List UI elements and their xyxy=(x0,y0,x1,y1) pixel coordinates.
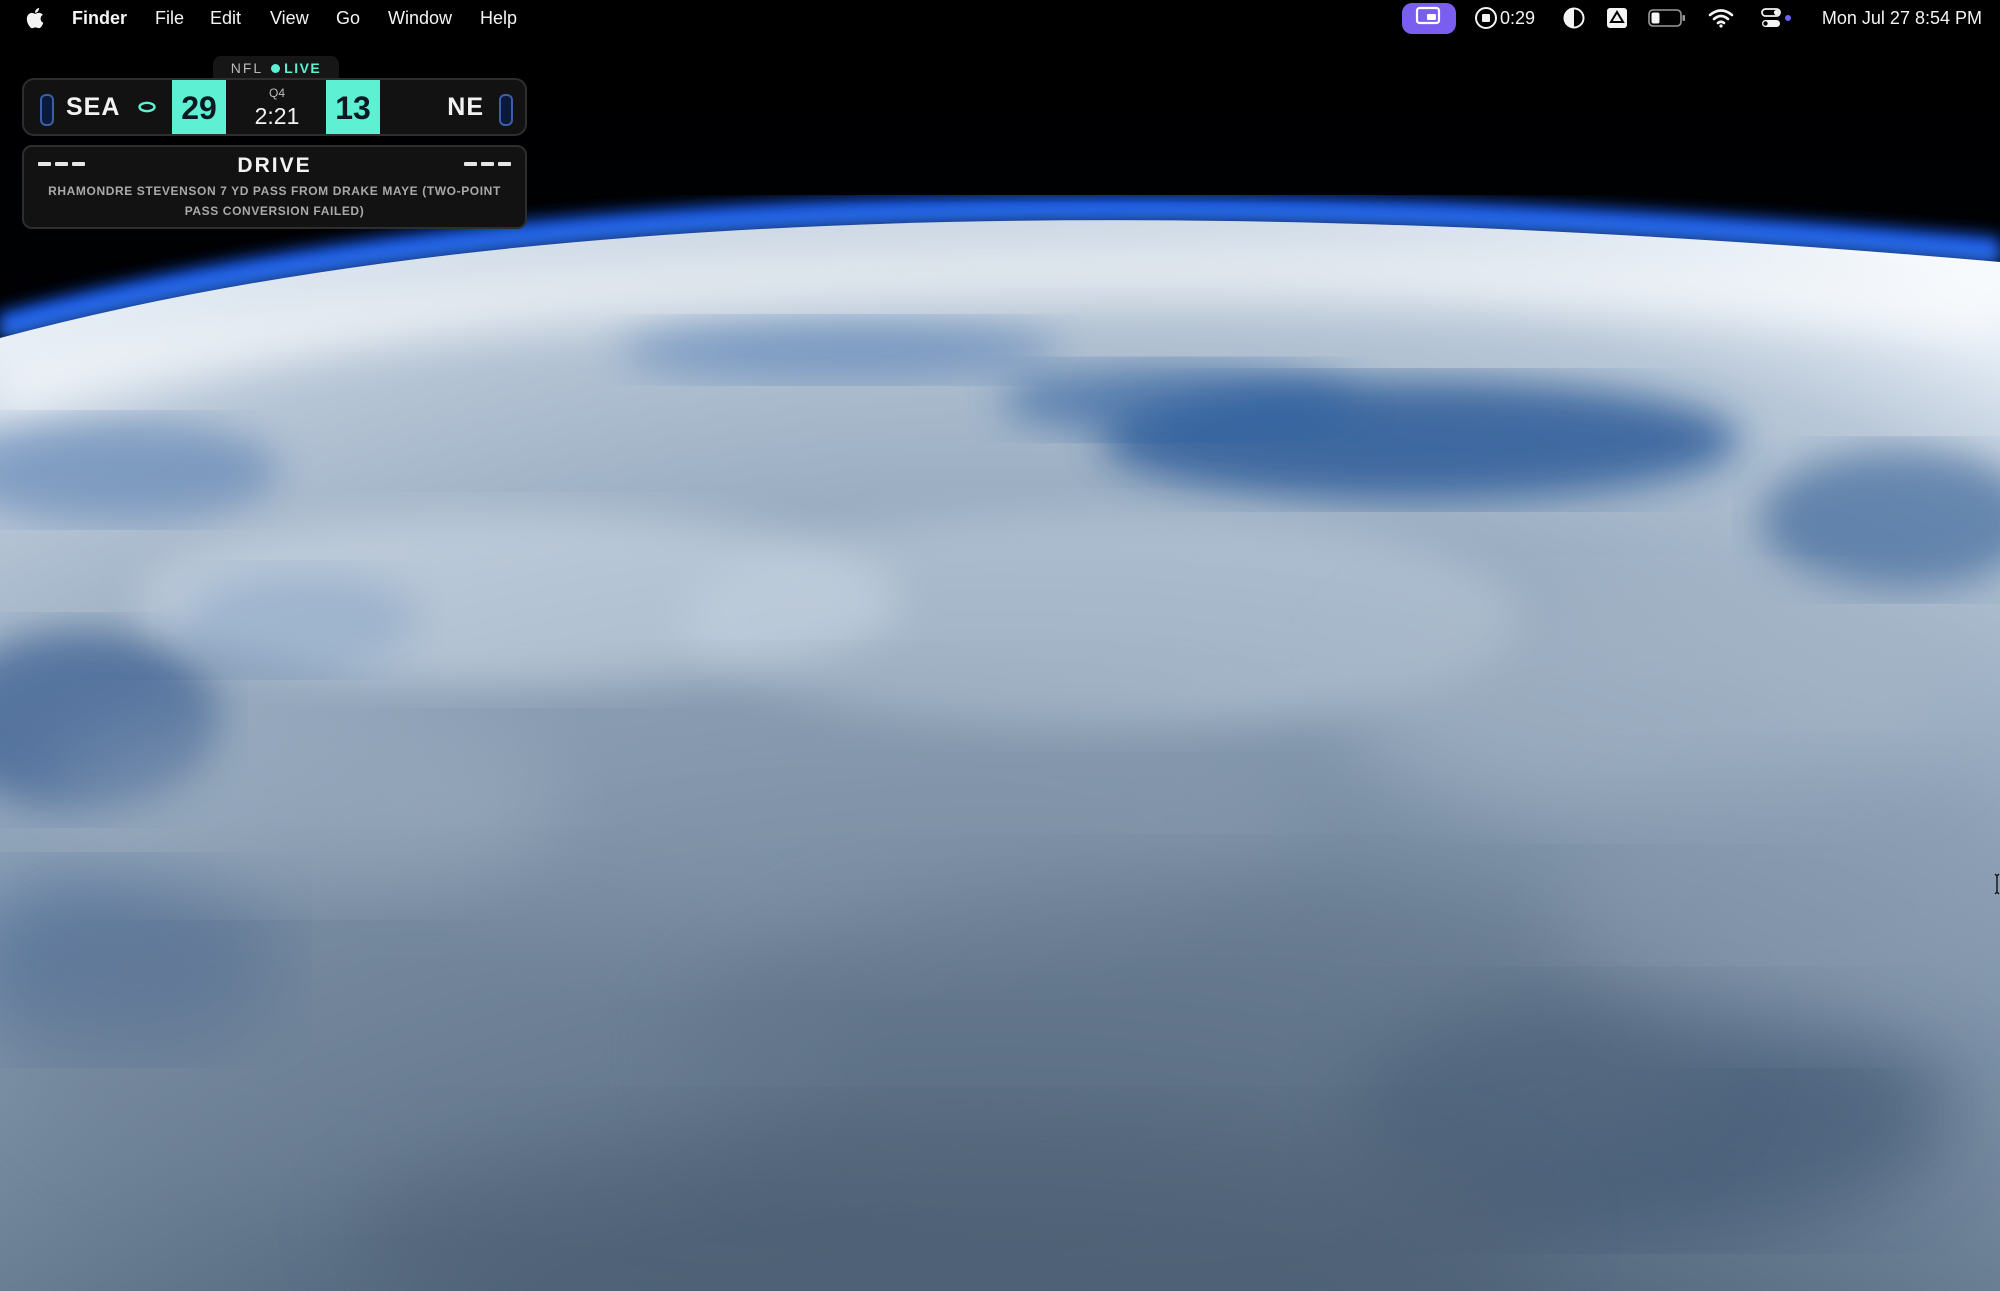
apple-menu-icon[interactable] xyxy=(24,5,48,31)
away-score: 13 xyxy=(326,80,380,134)
menu-bar: Finder File Edit View Go Window Help 0:2… xyxy=(0,0,2000,36)
home-team-indicator xyxy=(40,94,54,126)
menu-help[interactable]: Help xyxy=(480,7,517,29)
live-label: LIVE xyxy=(284,60,322,76)
live-dot-icon xyxy=(271,63,281,73)
screen-share-status[interactable] xyxy=(1402,3,1456,34)
away-team-abbr: NE xyxy=(447,93,484,121)
menu-window[interactable]: Window xyxy=(388,7,452,29)
control-center-icon[interactable] xyxy=(1760,5,1794,31)
game-period: Q4 xyxy=(268,86,285,100)
menu-edit[interactable]: Edit xyxy=(210,7,241,29)
screen-share-icon xyxy=(1415,6,1443,31)
stop-recording-icon[interactable] xyxy=(1474,5,1498,31)
away-team-indicator xyxy=(499,94,513,126)
league-label: NFL xyxy=(230,60,264,76)
scoreboard[interactable]: SEA 29 Q4 2:21 13 NE xyxy=(22,78,527,136)
google-drive-icon[interactable] xyxy=(1605,5,1629,31)
home-score: 29 xyxy=(172,80,226,134)
drive-title: DRIVE xyxy=(237,154,312,177)
league-tab: NFL LIVE xyxy=(213,56,339,80)
live-indicator: LIVE xyxy=(271,60,321,76)
recording-timer: 0:29 xyxy=(1500,8,1536,28)
drive-description: RHAMONDRE STEVENSON 7 YD PASS FROM DRAKE… xyxy=(48,184,501,218)
display-contrast-icon[interactable] xyxy=(1562,5,1586,31)
battery-icon[interactable] xyxy=(1648,5,1686,31)
menu-finder[interactable]: Finder xyxy=(72,7,127,29)
home-team-abbr: SEA xyxy=(66,93,121,121)
menubar-clock[interactable]: Mon Jul 27 8:54 PM xyxy=(1812,7,1982,29)
text-cursor-icon xyxy=(1994,873,2000,900)
possession-icon xyxy=(138,100,156,118)
desktop: Finder File Edit View Go Window Help 0:2… xyxy=(0,0,2000,1291)
menu-file[interactable]: File xyxy=(155,7,184,29)
game-clock: 2:21 xyxy=(254,103,300,129)
drive-panel[interactable]: DRIVE RHAMONDRE STEVENSON 7 YD PASS FROM… xyxy=(22,145,527,229)
menu-view[interactable]: View xyxy=(270,7,309,29)
wifi-icon[interactable] xyxy=(1708,5,1734,31)
drive-dashes-right xyxy=(464,162,511,166)
menu-go[interactable]: Go xyxy=(336,7,360,29)
